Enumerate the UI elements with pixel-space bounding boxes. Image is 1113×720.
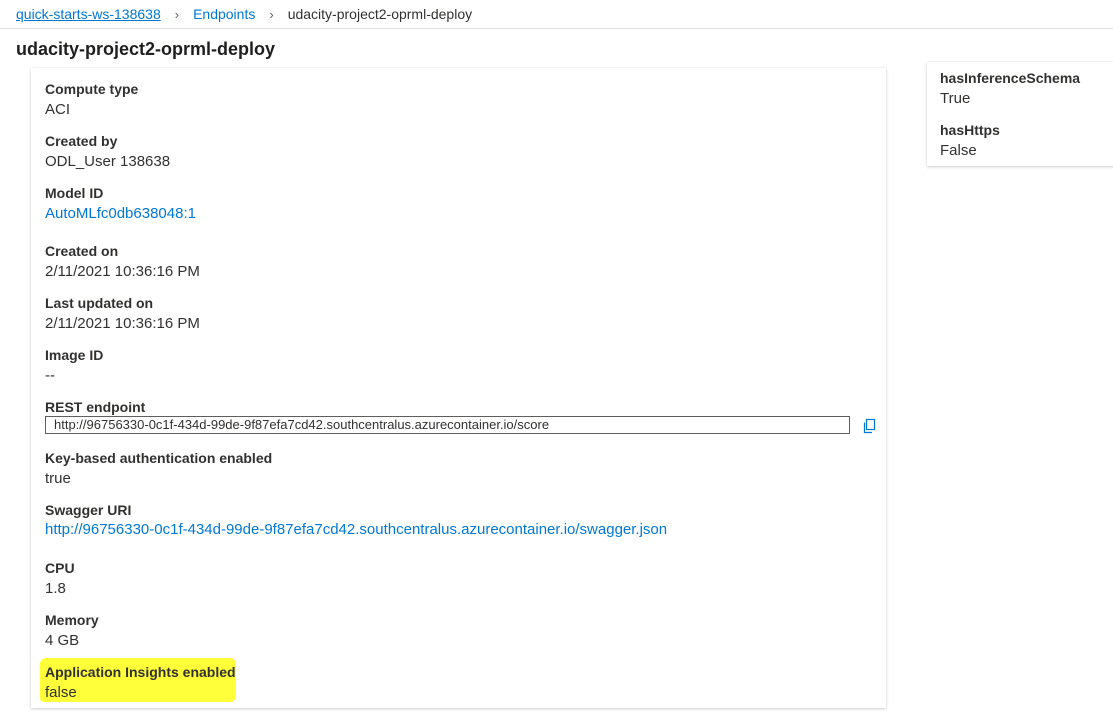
rest-endpoint-field[interactable]: http://96756330-0c1f-434d-99de-9f87efa7c… (45, 416, 850, 434)
model-id-label: Model ID (45, 185, 104, 201)
cpu-value: 1.8 (45, 580, 66, 597)
created-by-label: Created by (45, 133, 118, 149)
compute-type-value: ACI (45, 101, 71, 118)
cpu-label: CPU (45, 560, 75, 576)
compute-type-label: Compute type (45, 81, 139, 97)
has-inference-schema-value: True (940, 90, 971, 107)
app-insights-label: Application Insights enabled (45, 664, 236, 680)
has-inference-schema-label: hasInferenceSchema (940, 70, 1081, 86)
created-by-value: ODL_User 138638 (45, 153, 171, 170)
image-id-value: -- (45, 367, 55, 384)
rest-endpoint-label: REST endpoint (45, 399, 146, 415)
created-on-value: 2/11/2021 10:36:16 PM (45, 263, 200, 280)
memory-label: Memory (45, 612, 99, 628)
copy-icon[interactable] (862, 418, 878, 434)
breadcrumb: quick-starts-ws-138638 › Endpoints › uda… (0, 0, 1113, 29)
has-https-value: False (940, 142, 977, 159)
has-https-label: hasHttps (940, 122, 1000, 138)
created-on-label: Created on (45, 243, 119, 259)
last-updated-label: Last updated on (45, 295, 154, 311)
memory-value: 4 GB (45, 632, 80, 649)
last-updated-value: 2/11/2021 10:36:16 PM (45, 315, 200, 332)
page-title: udacity-project2-oprml-deploy (16, 39, 276, 59)
chevron-right-icon: › (174, 6, 180, 22)
breadcrumb-current: udacity-project2-oprml-deploy (287, 6, 473, 22)
key-auth-value: true (45, 470, 71, 487)
image-id-label: Image ID (45, 347, 104, 363)
breadcrumb-workspace-link[interactable]: quick-starts-ws-138638 (16, 6, 161, 22)
swagger-uri-label: Swagger URI (45, 502, 132, 518)
chevron-right-icon: › (269, 6, 274, 22)
key-auth-label: Key-based authentication enabled (45, 450, 273, 466)
model-id-link[interactable]: AutoMLfc0db638048:1 (45, 205, 196, 222)
app-insights-value: false (45, 684, 77, 701)
breadcrumb-endpoints-link[interactable]: Endpoints (193, 6, 255, 22)
swagger-uri-link[interactable]: http://96756330-0c1f-434d-99de-9f87efa7c… (45, 521, 667, 538)
